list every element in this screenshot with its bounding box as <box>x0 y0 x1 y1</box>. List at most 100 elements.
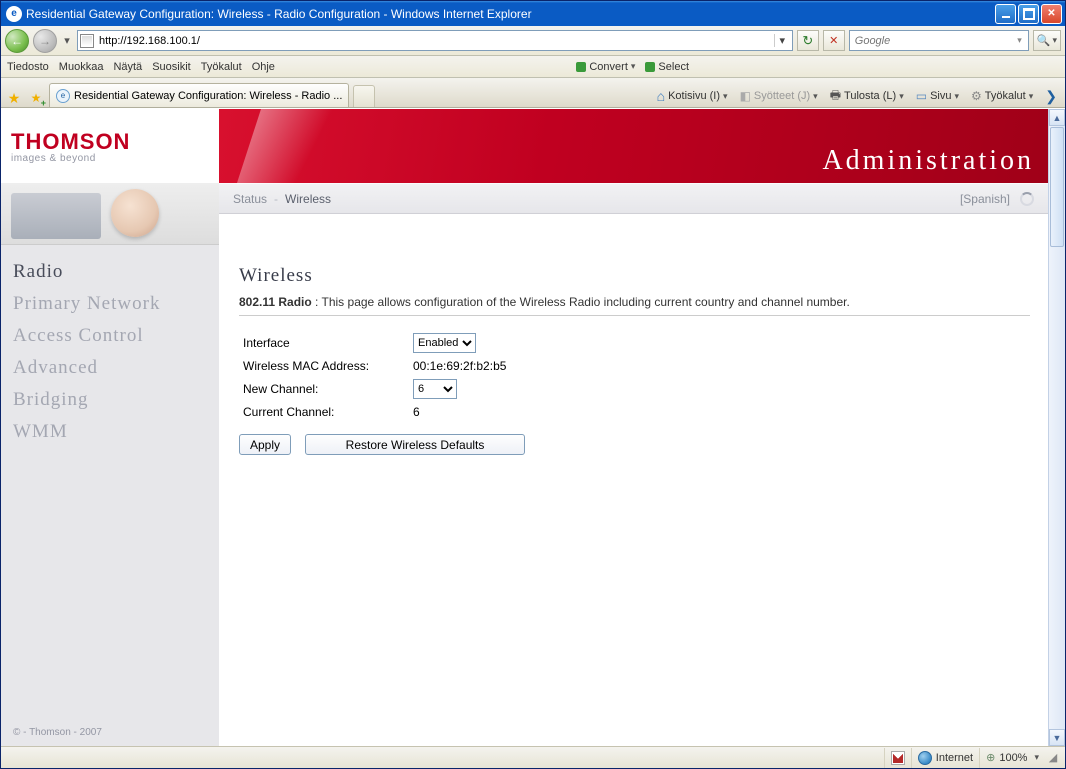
search-icon <box>1037 34 1051 47</box>
select-icon <box>645 62 655 72</box>
interface-select[interactable]: Enabled <box>413 333 476 353</box>
loading-spinner-icon <box>1020 192 1034 206</box>
page-content: THOMSON images & beyond Administration S… <box>1 109 1048 746</box>
restore-defaults-button[interactable]: Restore Wireless Defaults <box>305 434 525 455</box>
new-channel-select[interactable]: 6 <box>413 379 457 399</box>
close-button[interactable] <box>1041 4 1062 24</box>
button-row: Apply Restore Wireless Defaults <box>239 434 1030 455</box>
feed-icon <box>740 89 751 103</box>
label-interface: Interface <box>239 330 409 356</box>
feeds-button[interactable]: Syötteet (J)▾ <box>736 85 822 107</box>
menu-bar: Tiedosto Muokkaa Näytä Suosikit Työkalut… <box>1 56 1065 78</box>
forward-button[interactable]: → <box>33 29 57 53</box>
stop-button[interactable] <box>823 30 845 51</box>
maximize-button[interactable] <box>1018 4 1039 24</box>
page-heading: Wireless <box>239 265 1030 287</box>
menu-view[interactable]: Näytä <box>113 61 142 73</box>
browser-window: e Residential Gateway Configuration: Wir… <box>0 0 1066 769</box>
copyright-text: © - Thomson - 2007 <box>13 709 205 738</box>
address-input[interactable] <box>97 34 774 48</box>
banner-background: Administration <box>219 109 1048 183</box>
breadcrumb: Status - Wireless [Spanish] <box>219 183 1048 214</box>
label-mac: Wireless MAC Address: <box>239 356 409 376</box>
scroll-down-button[interactable] <box>1049 729 1065 746</box>
language-link[interactable]: [Spanish] <box>960 192 1010 206</box>
toolbar-convert[interactable]: Convert▾ <box>576 61 635 73</box>
menu-favorites[interactable]: Suosikit <box>152 61 191 73</box>
breadcrumb-wireless[interactable]: Wireless <box>285 192 331 206</box>
menu-file[interactable]: Tiedosto <box>7 61 49 73</box>
print-icon <box>830 86 841 107</box>
label-new-channel: New Channel: <box>239 376 409 402</box>
brand-logo: THOMSON images & beyond <box>1 109 219 183</box>
search-go-button[interactable]: ▾ <box>1033 30 1061 51</box>
scroll-up-button[interactable] <box>1049 109 1065 126</box>
scroll-thumb[interactable] <box>1050 127 1064 247</box>
brand-name: THOMSON <box>11 129 130 155</box>
refresh-icon <box>802 33 813 49</box>
add-favorite-button[interactable] <box>27 89 45 107</box>
sidebar-nav: Radio Primary Network Access Control Adv… <box>1 245 219 746</box>
search-box[interactable]: ▾ <box>849 30 1029 51</box>
favorites-center-button[interactable]: ★ <box>5 89 23 107</box>
sidebar-item-bridging[interactable]: Bridging <box>13 389 205 411</box>
sidebar-hero-image <box>1 183 219 245</box>
stop-icon <box>829 34 838 47</box>
sidebar-item-primary-network[interactable]: Primary Network <box>13 293 205 315</box>
menu-tools[interactable]: Työkalut <box>201 61 242 73</box>
print-button[interactable]: Tulosta (L)▾ <box>826 85 908 107</box>
nav-history-dropdown[interactable]: ▾ <box>61 34 73 47</box>
window-title: Residential Gateway Configuration: Wirel… <box>26 7 995 21</box>
help-icon: ❯ <box>1045 88 1057 105</box>
zoom-icon: ⊕ <box>986 751 995 764</box>
search-input[interactable] <box>853 34 1014 48</box>
desc-text: This page allows configuration of the Wi… <box>322 295 850 309</box>
page-description: 802.11 Radio : This page allows configur… <box>239 295 1030 309</box>
refresh-button[interactable] <box>797 30 819 51</box>
breadcrumb-row: Status - Wireless [Spanish] <box>1 183 1048 245</box>
status-popup-blocked[interactable] <box>884 748 911 768</box>
menu-edit[interactable]: Muokkaa <box>59 61 104 73</box>
breadcrumb-status[interactable]: Status <box>233 192 267 206</box>
address-dropdown[interactable]: ▾ <box>774 34 790 47</box>
tab-favicon: e <box>56 89 70 103</box>
settings-table: Interface Enabled Wireless MAC Address: … <box>239 330 510 422</box>
main-area: Radio Primary Network Access Control Adv… <box>1 245 1048 746</box>
status-message <box>5 748 884 768</box>
sidebar-item-radio[interactable]: Radio <box>13 261 205 283</box>
page-icon <box>80 34 94 48</box>
page-menu-button[interactable]: Sivu▾ <box>912 85 963 107</box>
page-menu-icon <box>916 89 927 103</box>
home-icon <box>657 88 665 104</box>
apply-button[interactable]: Apply <box>239 434 291 455</box>
new-tab-button[interactable] <box>353 85 375 107</box>
browser-tab[interactable]: e Residential Gateway Configuration: Wir… <box>49 83 349 107</box>
sidebar-item-access-control[interactable]: Access Control <box>13 325 205 347</box>
help-dropdown[interactable]: ❯ <box>1041 85 1061 107</box>
desc-label: 802.11 Radio <box>239 295 312 309</box>
resize-grip[interactable]: ◢ <box>1045 751 1061 764</box>
sidebar-item-advanced[interactable]: Advanced <box>13 357 205 379</box>
toolbar-select[interactable]: Select <box>645 61 689 73</box>
status-zoom[interactable]: ⊕100%▾ <box>979 748 1045 768</box>
search-dropdown[interactable]: ▾ <box>1014 35 1025 46</box>
brand-tagline: images & beyond <box>11 153 96 164</box>
convert-icon <box>576 62 586 72</box>
menu-help[interactable]: Ohje <box>252 61 275 73</box>
minimize-button[interactable] <box>995 4 1016 24</box>
tools-menu-button[interactable]: Työkalut▾ <box>967 85 1037 107</box>
home-button[interactable]: Kotisivu (I)▾ <box>653 85 732 107</box>
content-body: Wireless 802.11 Radio : This page allows… <box>219 245 1048 746</box>
divider <box>239 315 1030 316</box>
popup-blocked-icon <box>891 751 905 765</box>
vertical-scrollbar[interactable] <box>1048 109 1065 746</box>
ie-icon: e <box>6 6 22 22</box>
back-button[interactable]: ← <box>5 29 29 53</box>
gear-icon <box>971 89 982 103</box>
sidebar-item-wmm[interactable]: WMM <box>13 421 205 443</box>
banner-title: Administration <box>822 145 1034 177</box>
status-zone[interactable]: Internet <box>911 748 979 768</box>
address-bar[interactable]: ▾ <box>77 30 793 51</box>
nav-bar: ← → ▾ ▾ ▾ ▾ <box>1 26 1065 56</box>
content-viewport: THOMSON images & beyond Administration S… <box>1 108 1065 746</box>
